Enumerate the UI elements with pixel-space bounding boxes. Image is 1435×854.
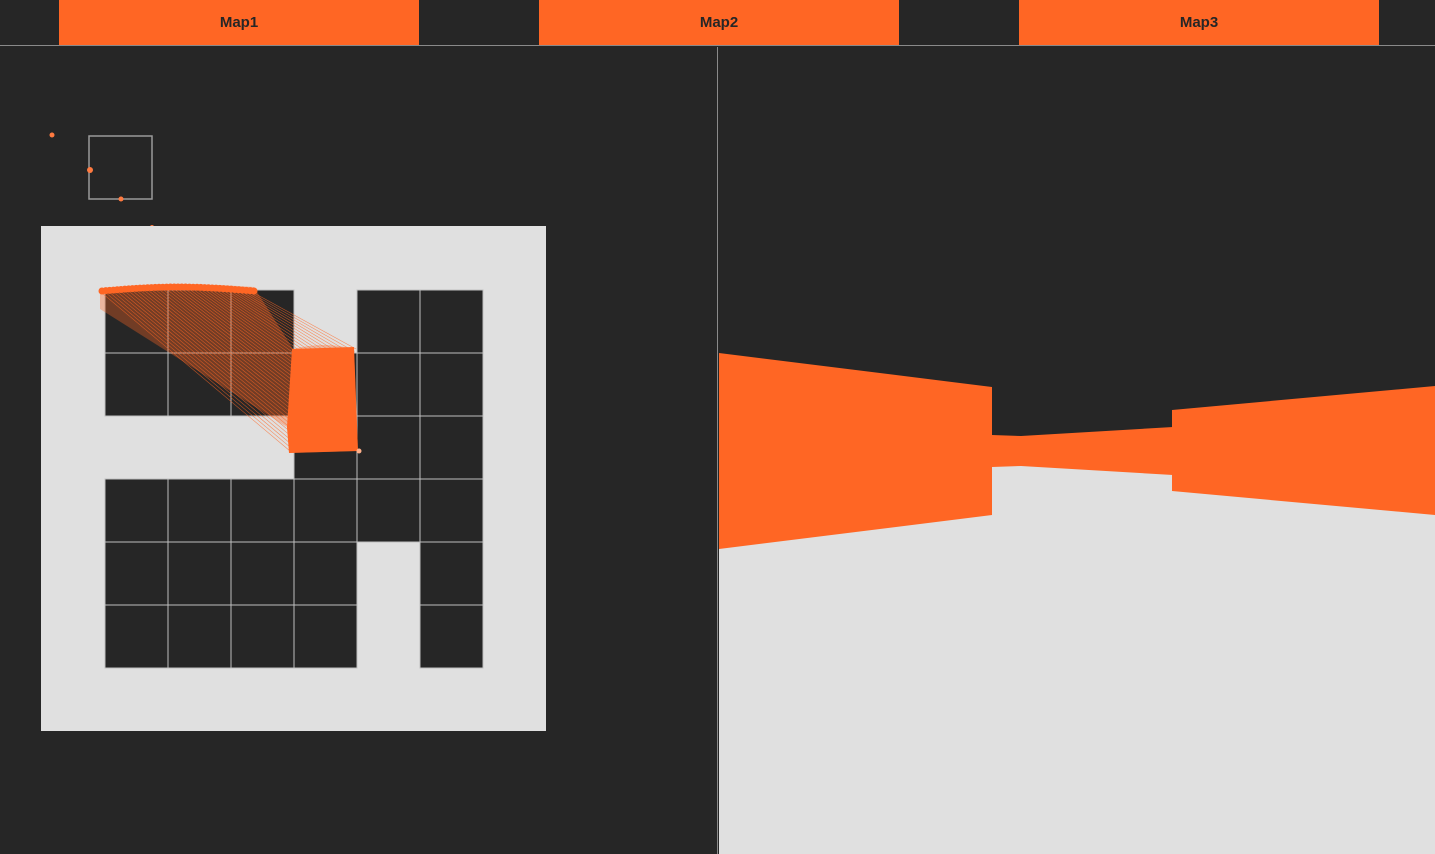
wall-cell xyxy=(356,352,421,417)
top-down-map-view[interactable] xyxy=(0,47,718,854)
wall-cell xyxy=(167,541,232,606)
wall-cell xyxy=(356,415,421,480)
wall-segment-left xyxy=(719,353,992,549)
player-marker xyxy=(356,448,362,454)
wall-cell xyxy=(167,604,232,669)
tab-map3[interactable]: Map3 xyxy=(1019,0,1379,45)
wall-cell xyxy=(293,541,358,606)
map-canvas[interactable] xyxy=(0,47,718,854)
tab-map2[interactable]: Map2 xyxy=(539,0,899,45)
wall-cell xyxy=(419,604,484,669)
wall-cell xyxy=(230,478,295,543)
raycast-render xyxy=(719,47,1435,854)
sample-point xyxy=(49,132,55,138)
wall-cell xyxy=(419,352,484,417)
wall-cell xyxy=(419,289,484,354)
wall-cell xyxy=(104,541,169,606)
wall-cell xyxy=(356,289,421,354)
wall-cell xyxy=(167,478,232,543)
wall-cell xyxy=(104,478,169,543)
sample-point xyxy=(87,167,93,173)
wall-cell xyxy=(230,541,295,606)
wall-cell xyxy=(230,604,295,669)
wall-cell xyxy=(293,478,358,543)
wall-cell xyxy=(104,604,169,669)
ray-hit-wall xyxy=(287,347,358,453)
player-indicator-box xyxy=(88,135,153,200)
wall-cell xyxy=(419,415,484,480)
wall-cell xyxy=(356,478,421,543)
tab-map1[interactable]: Map1 xyxy=(59,0,419,45)
sample-point xyxy=(118,196,124,202)
wall-cell xyxy=(293,604,358,669)
first-person-view[interactable] xyxy=(719,47,1435,854)
wall-cell xyxy=(104,352,169,417)
map-tab-bar: Map1 Map2 Map3 xyxy=(0,0,1435,46)
wall-cell xyxy=(419,541,484,606)
wall-cell xyxy=(419,478,484,543)
